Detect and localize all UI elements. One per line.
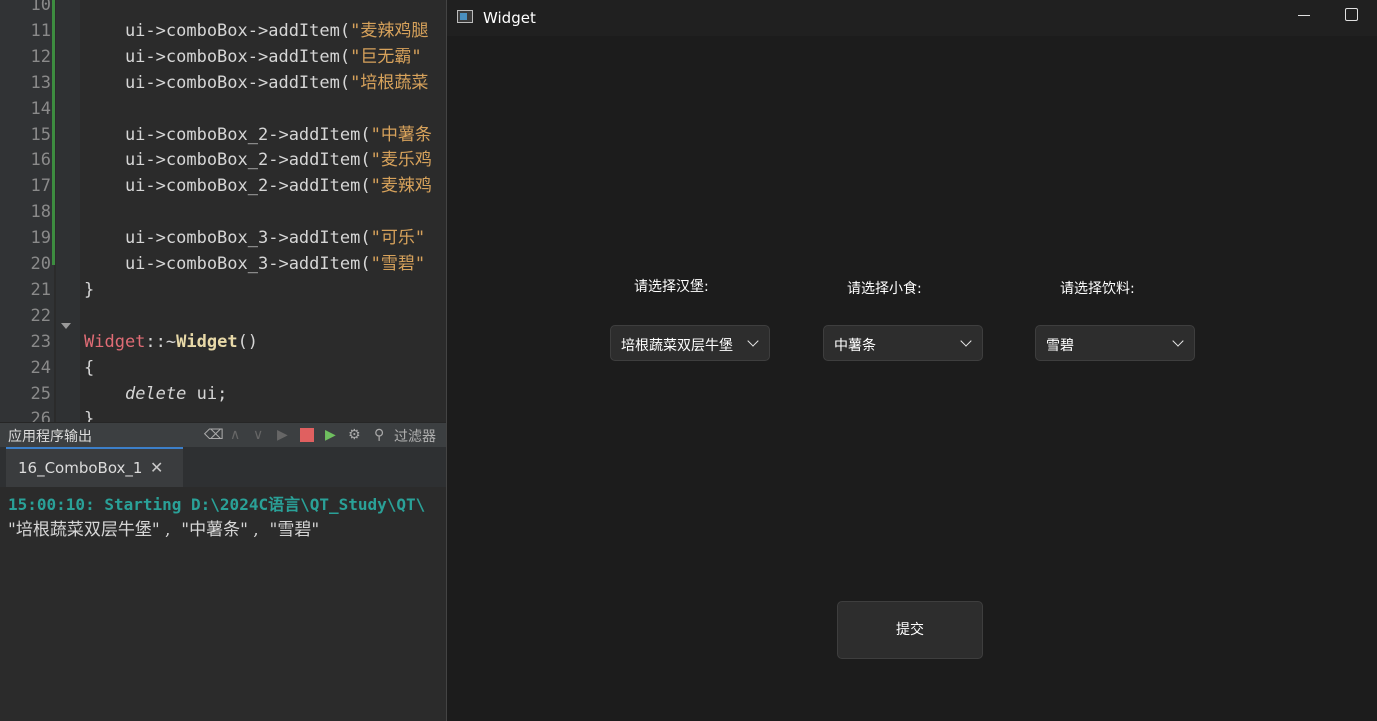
settings-gear-icon[interactable]: ⚙	[348, 426, 361, 444]
code-text: ui->comboBox_2->addItem("中薯条	[84, 124, 432, 145]
burger-combobox-value: 培根蔬菜双层牛堡	[621, 338, 733, 354]
application-output[interactable]: 15:00:10: Starting D:\2024C语言\QT_Study\Q…	[0, 487, 446, 721]
line-number: 15	[30, 124, 51, 145]
run-icon[interactable]: ▶	[277, 426, 288, 444]
chevron-down-icon	[747, 335, 759, 347]
output-tab-bar: 16_ComboBox_1 ✕	[0, 447, 446, 487]
submit-button[interactable]: 提交	[837, 601, 983, 659]
attach-debugger-icon[interactable]: ▶	[325, 426, 336, 444]
line-number: 24	[30, 357, 51, 378]
code-text: }	[84, 279, 95, 300]
next-item-icon[interactable]: ∨	[253, 426, 263, 444]
drink-combobox[interactable]: 雪碧	[1035, 325, 1195, 361]
line-number: 10	[30, 0, 51, 15]
code-text: ui->comboBox_3->addItem("雪碧"	[84, 254, 426, 274]
close-icon[interactable]: ✕	[150, 458, 163, 477]
code-text: ui->comboBox_2->addItem("麦乐鸡	[84, 150, 432, 171]
stop-icon[interactable]	[300, 428, 314, 442]
code-editor[interactable]: 10 11 ui->comboBox->addItem("麦辣鸡腿 12 ui->c…	[0, 0, 446, 422]
code-text: {	[84, 357, 95, 378]
output-result-line: "培根蔬菜双层牛堡" , "中薯条" , "雪碧"	[8, 520, 320, 540]
code-text: ui->comboBox_2->addItem("麦辣鸡	[84, 176, 432, 197]
drink-label: 请选择饮料:	[1060, 281, 1135, 297]
line-number: 13	[30, 72, 51, 93]
code-text: ui->comboBox->addItem("培根蔬菜	[84, 72, 429, 93]
line-number: 25	[30, 383, 51, 404]
drink-combobox-value: 雪碧	[1046, 338, 1074, 354]
output-start-line: 15:00:10: Starting D:\2024C语言\QT_Study\Q…	[8, 495, 426, 514]
change-indicator-bar	[52, 0, 55, 265]
code-text: Widget::~Widget()	[84, 331, 259, 352]
code-text: }	[84, 409, 95, 422]
snack-combobox[interactable]: 中薯条	[823, 325, 983, 361]
window-titlebar[interactable]: Widget	[447, 0, 1377, 36]
line-number: 14	[30, 98, 51, 119]
snack-label: 请选择小食:	[847, 281, 922, 297]
line-number: 18	[30, 202, 51, 223]
maximize-button[interactable]	[1345, 8, 1358, 21]
minimize-button[interactable]	[1293, 4, 1315, 26]
window-title: Widget	[483, 9, 536, 27]
line-number: 20	[30, 254, 51, 274]
widget-window: Widget 请选择汉堡: 请选择小食: 请选择饮料: 培根蔬菜双层牛堡 中薯条…	[446, 0, 1377, 721]
tab-label: 16_ComboBox_1	[18, 459, 143, 477]
filter-input[interactable]: 过滤器	[394, 426, 436, 446]
line-number: 26	[30, 409, 51, 422]
tab-16-combobox-1[interactable]: 16_ComboBox_1 ✕	[6, 447, 183, 487]
clear-output-icon[interactable]: ⌫	[204, 426, 224, 444]
code-text: ui->comboBox_3->addItem("可乐"	[84, 228, 426, 249]
line-number: 17	[30, 176, 51, 197]
previous-item-icon[interactable]: ∧	[230, 426, 240, 444]
chevron-down-icon	[1172, 335, 1184, 347]
snack-combobox-value: 中薯条	[834, 338, 876, 354]
line-number: 22	[30, 305, 51, 326]
line-number: 19	[30, 228, 51, 249]
output-toolbar: 应用程序输出 ⌫ ∧ ∨ ▶ ▶ ⚙ ⚲ 过滤器	[0, 422, 446, 448]
code-text: delete ui;	[124, 383, 228, 404]
search-icon: ⚲	[374, 427, 385, 443]
fold-arrow-icon[interactable]	[61, 323, 71, 329]
code-text: ui->comboBox->addItem("麦辣鸡腿	[84, 20, 429, 41]
fold-strip	[56, 0, 80, 422]
code-text: ui->comboBox->addItem("巨无霸"	[84, 46, 422, 67]
burger-label: 请选择汉堡:	[634, 279, 709, 295]
output-pane-title: 应用程序输出	[8, 429, 92, 445]
line-number: 12	[30, 46, 51, 67]
line-number: 11	[30, 20, 51, 41]
line-number: 21	[30, 279, 51, 300]
line-number: 16	[30, 150, 51, 171]
line-number: 23	[30, 331, 51, 352]
chevron-down-icon	[960, 335, 972, 347]
burger-combobox[interactable]: 培根蔬菜双层牛堡	[610, 325, 770, 361]
app-icon	[457, 10, 473, 23]
